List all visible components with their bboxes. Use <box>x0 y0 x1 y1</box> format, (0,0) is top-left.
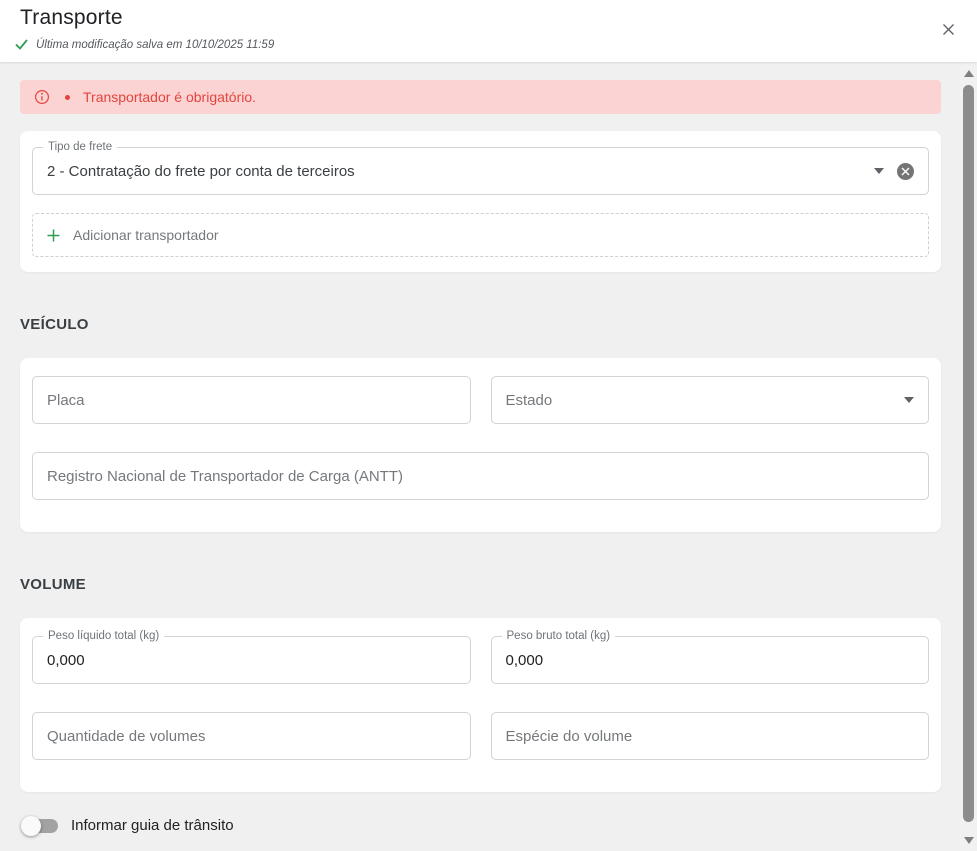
volume-quantity-field <box>32 712 471 760</box>
gross-weight-field: Peso bruto total (kg) <box>491 636 930 684</box>
state-placeholder: Estado <box>506 392 897 409</box>
antt-field <box>32 452 929 500</box>
add-carrier-button[interactable]: Adicionar transportador <box>32 213 929 257</box>
volume-card: Peso líquido total (kg) Peso bruto total… <box>20 618 941 792</box>
vehicle-card: Estado <box>20 358 941 532</box>
net-weight-label: Peso líquido total (kg) <box>43 629 164 644</box>
freight-card: Tipo de frete 2 - Contratação do frete p… <box>20 131 941 272</box>
scroll-down-icon <box>964 837 974 844</box>
plate-field <box>32 376 471 424</box>
close-icon <box>942 23 955 36</box>
chevron-down-icon <box>874 168 884 174</box>
scroll-down-button[interactable] <box>960 832 977 849</box>
freight-type-label: Tipo de frete <box>43 140 117 155</box>
error-alert: Transportador é obrigatório. <box>20 80 941 114</box>
bullet-dot <box>65 95 70 100</box>
content-area: Transportador é obrigatório. Tipo de fre… <box>0 62 977 851</box>
save-status: Última modificação salva em 10/10/2025 1… <box>14 38 274 51</box>
transit-guide-label: Informar guia de trânsito <box>71 817 234 834</box>
check-icon <box>14 38 29 51</box>
section-heading-volume: VOLUME <box>20 576 941 593</box>
plate-input[interactable] <box>47 377 456 423</box>
clear-icon <box>901 167 910 176</box>
error-message: Transportador é obrigatório. <box>83 89 256 105</box>
scroll-up-button[interactable] <box>960 65 977 82</box>
dialog-header: Transporte Última modificação salva em 1… <box>0 0 977 62</box>
add-carrier-label: Adicionar transportador <box>73 227 219 243</box>
save-status-text: Última modificação salva em 10/10/2025 1… <box>36 39 274 51</box>
clear-button[interactable] <box>897 163 914 180</box>
close-button[interactable] <box>939 20 957 38</box>
volume-quantity-input[interactable] <box>47 713 456 759</box>
toggle-switch[interactable] <box>24 819 58 833</box>
section-heading-vehicle: VEÍCULO <box>20 316 941 333</box>
transport-dialog: Transporte Última modificação salva em 1… <box>0 0 977 851</box>
volume-type-input[interactable] <box>506 713 915 759</box>
toggle-thumb <box>21 816 41 836</box>
scrollbar[interactable] <box>960 62 977 851</box>
volume-type-field <box>491 712 930 760</box>
scrollbar-thumb[interactable] <box>963 85 974 822</box>
scroll-up-icon <box>964 70 974 77</box>
state-select[interactable]: Estado <box>491 376 930 424</box>
chevron-down-icon <box>904 397 914 403</box>
gross-weight-label: Peso bruto total (kg) <box>502 629 616 644</box>
antt-input[interactable] <box>47 453 914 499</box>
info-icon <box>34 89 50 105</box>
plus-icon <box>47 229 60 242</box>
page-title: Transporte <box>20 6 123 30</box>
transit-guide-toggle[interactable]: Informar guia de trânsito <box>20 817 941 834</box>
freight-type-select[interactable]: Tipo de frete 2 - Contratação do frete p… <box>32 147 929 195</box>
freight-type-value: 2 - Contratação do frete por conta de te… <box>47 163 866 180</box>
net-weight-field: Peso líquido total (kg) <box>32 636 471 684</box>
